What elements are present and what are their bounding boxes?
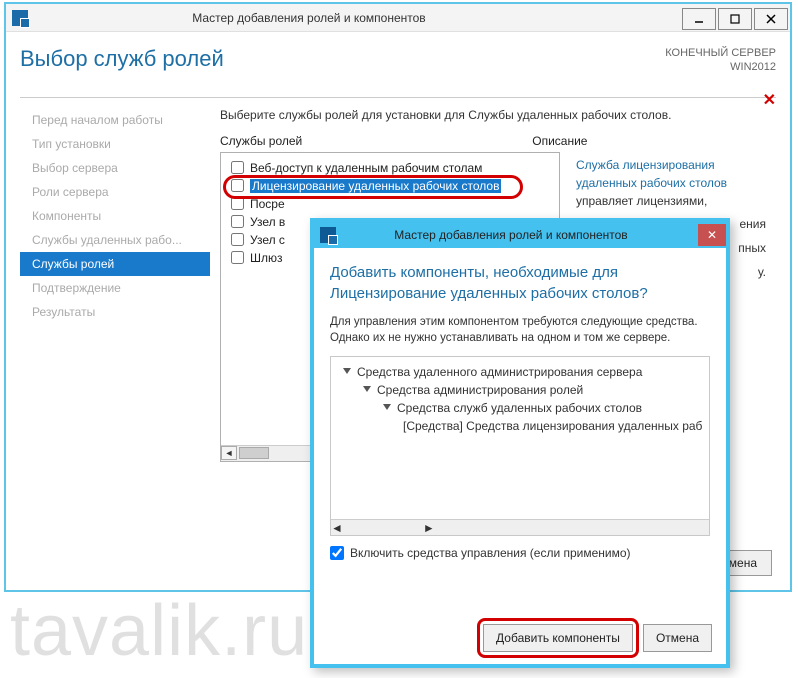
tree-item[interactable]: Средства удаленного администрирования се… [335, 363, 705, 381]
close-button[interactable] [754, 8, 788, 30]
page-title: Выбор служб ролей [20, 46, 224, 72]
app-icon [12, 10, 28, 26]
scroll-right-icon[interactable]: ► [423, 521, 435, 535]
destination-label: КОНЕЧНЫЙ СЕРВЕР [665, 46, 776, 60]
tree-item[interactable]: [Средства] Средства лицензирования удале… [335, 417, 705, 435]
role-checkbox[interactable] [231, 197, 244, 210]
dialog-cancel-button[interactable]: Отмена [643, 624, 712, 652]
add-features-button[interactable]: Добавить компоненты [483, 624, 633, 652]
step-before-you-begin[interactable]: Перед началом работы [20, 108, 210, 132]
step-confirmation[interactable]: Подтверждение [20, 276, 210, 300]
role-service-item-licensing[interactable]: Лицензирование удаленных рабочих столов [225, 177, 555, 195]
tree-item[interactable]: Средства служб удаленных рабочих столов [335, 399, 705, 417]
expand-icon[interactable] [363, 386, 371, 392]
role-checkbox[interactable] [231, 179, 244, 192]
destination-server: WIN2012 [665, 60, 776, 74]
dialog-titlebar[interactable]: Мастер добавления ролей и компонентов ✕ [314, 222, 726, 248]
instruction-text: Выберите службы ролей для установки для … [220, 108, 776, 122]
include-mgmt-tools[interactable]: Включить средства управления (если приме… [330, 546, 710, 560]
minimize-button[interactable] [682, 8, 716, 30]
step-server-selection[interactable]: Выбор сервера [20, 156, 210, 180]
dialog-title: Мастер добавления ролей и компонентов [344, 228, 698, 242]
step-installation-type[interactable]: Тип установки [20, 132, 210, 156]
roles-header: Службы ролей [220, 134, 302, 148]
maximize-button[interactable] [718, 8, 752, 30]
scroll-thumb[interactable] [239, 447, 269, 459]
tree-h-scrollbar[interactable]: ◄ ► [331, 519, 709, 535]
role-checkbox[interactable] [231, 215, 244, 228]
step-remote-desktop[interactable]: Службы удаленных рабо... [20, 228, 210, 252]
destination-info: КОНЕЧНЫЙ СЕРВЕР WIN2012 [665, 46, 776, 75]
dialog-close-button[interactable]: ✕ [698, 224, 726, 246]
titlebar[interactable]: Мастер добавления ролей и компонентов [6, 4, 790, 32]
window-title: Мастер добавления ролей и компонентов [36, 11, 682, 25]
step-results[interactable]: Результаты [20, 300, 210, 324]
step-role-services[interactable]: Службы ролей [20, 252, 210, 276]
tree-item[interactable]: Средства администрирования ролей [335, 381, 705, 399]
step-features[interactable]: Компоненты [20, 204, 210, 228]
dialog-heading: Добавить компоненты, необходимые для Лиц… [330, 262, 710, 304]
app-icon [320, 227, 336, 243]
watermark-text: tavalik.ru [10, 590, 308, 672]
expand-icon[interactable] [343, 368, 351, 374]
include-mgmt-checkbox[interactable] [330, 546, 344, 560]
divider [20, 97, 776, 98]
scroll-left-icon[interactable]: ◄ [221, 446, 237, 460]
expand-icon[interactable] [383, 404, 391, 410]
role-checkbox[interactable] [231, 233, 244, 246]
role-checkbox[interactable] [231, 161, 244, 174]
step-server-roles[interactable]: Роли сервера [20, 180, 210, 204]
scroll-left-icon[interactable]: ◄ [331, 521, 343, 535]
description-header: Описание [532, 134, 587, 148]
add-features-dialog: Мастер добавления ролей и компонентов ✕ … [310, 218, 730, 668]
role-service-item[interactable]: Веб-доступ к удаленным рабочим столам [225, 159, 555, 177]
role-service-item[interactable]: Посре [225, 195, 555, 213]
role-checkbox[interactable] [231, 251, 244, 264]
features-tree[interactable]: Средства удаленного администрирования се… [330, 356, 710, 536]
wizard-steps: Перед началом работы Тип установки Выбор… [20, 100, 210, 500]
dialog-body-text: Для управления этим компонентом требуютс… [330, 314, 710, 346]
